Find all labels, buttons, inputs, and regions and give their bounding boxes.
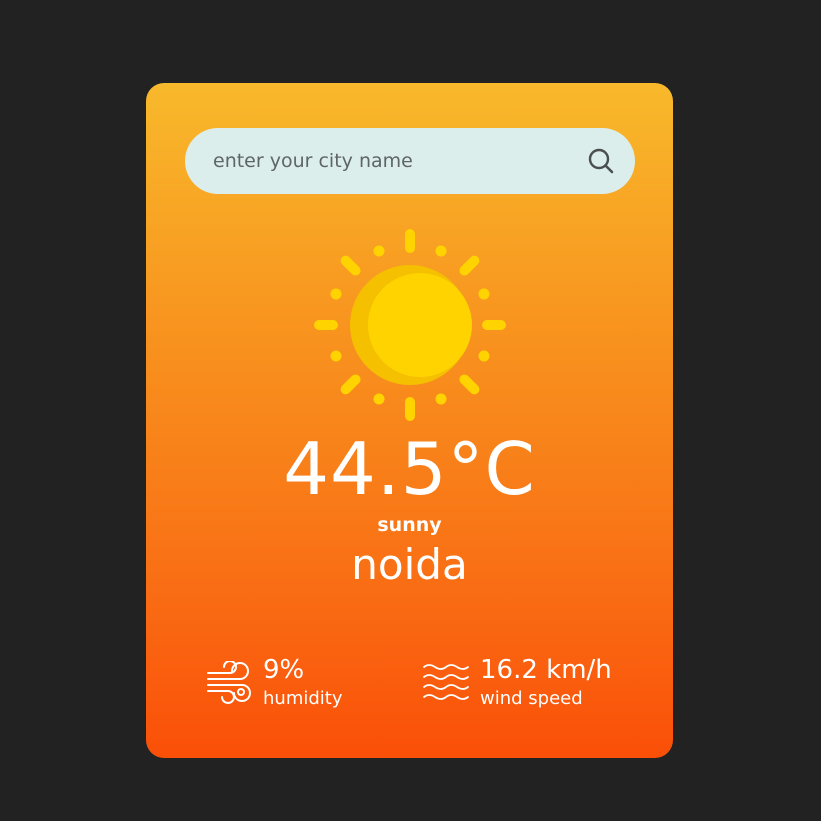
weather-condition: sunny — [377, 514, 442, 536]
wind-speed-label: wind speed — [480, 688, 583, 709]
weather-card: 44.5°C sunny noida 9% humidity 16.2 km/h — [146, 83, 673, 758]
search-icon — [588, 148, 614, 174]
sun-icon — [314, 229, 506, 421]
wind-speed-value: 16.2 km/h — [480, 655, 612, 685]
waves-icon — [423, 664, 469, 700]
city-name: noida — [351, 540, 468, 589]
wind-stat: 16.2 km/h wind speed — [422, 651, 652, 715]
search-button[interactable] — [585, 145, 617, 177]
search-bar — [185, 128, 635, 194]
weather-icon — [312, 227, 508, 423]
humidity-value: 9% — [263, 655, 305, 685]
humidity-label: humidity — [263, 688, 343, 709]
wind-gust-icon — [207, 661, 251, 704]
search-input[interactable] — [213, 128, 573, 194]
temperature: 44.5°C — [283, 427, 536, 511]
humidity-stat: 9% humidity — [206, 651, 406, 715]
